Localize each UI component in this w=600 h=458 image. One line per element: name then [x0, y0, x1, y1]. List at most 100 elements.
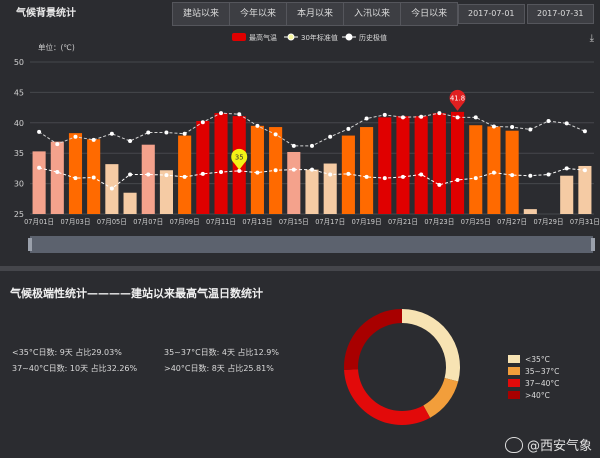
- unit-label: 单位：(℃): [38, 42, 75, 52]
- y-tick-label: 45: [14, 88, 24, 97]
- temp-bar: [141, 144, 155, 214]
- temp-bar: [560, 175, 574, 214]
- normal-point: [164, 173, 169, 178]
- temp-bar: [250, 125, 264, 214]
- normal-point: [400, 174, 405, 179]
- legend-swatch: [508, 379, 520, 387]
- donut-chart: [344, 309, 460, 425]
- legend-item: 35~37°C: [508, 365, 559, 377]
- x-tick-label: 07月27日: [497, 218, 527, 226]
- donut-slice: [344, 309, 402, 370]
- donut-slice: [344, 369, 431, 425]
- record-point: [419, 114, 424, 119]
- watermark: @西安气象: [504, 435, 592, 454]
- x-tick-label: 07月15日: [279, 218, 309, 226]
- record-line: [38, 112, 586, 147]
- temp-bar: [396, 116, 410, 214]
- normal-point: [564, 166, 569, 171]
- temp-bar: [287, 151, 301, 214]
- temp-bar: [360, 127, 374, 214]
- record-point: [291, 143, 296, 148]
- normal-point: [273, 168, 278, 173]
- record-point: [328, 134, 333, 139]
- record-point: [128, 139, 133, 144]
- record-point: [37, 129, 42, 134]
- record-point: [255, 123, 260, 128]
- normal-point: [310, 167, 314, 172]
- record-point: [400, 115, 405, 120]
- temp-bar: [505, 130, 519, 214]
- x-tick-label: 07月17日: [315, 218, 345, 226]
- legend-label: <35°C: [525, 354, 550, 364]
- normal-point: [200, 171, 205, 176]
- record-point: [473, 115, 478, 120]
- x-tick-label: 07月25日: [461, 218, 491, 226]
- temp-bar: [323, 163, 337, 214]
- record-point: [73, 134, 78, 139]
- y-tick-label: 30: [14, 180, 24, 189]
- marker-label: 35: [235, 153, 244, 161]
- x-tick-label: 07月23日: [424, 218, 454, 226]
- normal-point: [419, 172, 424, 177]
- temp-bar: [578, 165, 592, 214]
- record-point: [219, 111, 224, 116]
- temp-bar: [450, 111, 465, 214]
- top-panel: 气候背景统计 建站以来 今年以来 本月以来 入汛以来 今日以来 2017-07-…: [0, 0, 600, 266]
- normal-point: [437, 182, 442, 187]
- normal-point: [109, 186, 114, 191]
- temp-bar: [487, 126, 501, 214]
- slider-track[interactable]: [30, 236, 593, 253]
- zoom-slider[interactable]: [28, 236, 595, 253]
- normal-point: [255, 170, 260, 175]
- temp-bar: [123, 192, 137, 214]
- temp-bar: [214, 113, 228, 214]
- normal-point: [382, 176, 387, 181]
- temp-bar: [178, 135, 192, 214]
- temp-bar: [378, 117, 392, 214]
- temp-bar: [523, 209, 537, 214]
- normal-point: [219, 170, 224, 175]
- normal-point: [128, 172, 133, 177]
- legend-swatch: [508, 355, 520, 363]
- record-point: [546, 118, 551, 123]
- temp-bar: [469, 125, 483, 214]
- extreme-stats-title: 气候极端性统计————建站以来最高气温日数统计: [10, 287, 263, 300]
- x-tick-label: 07月01日: [24, 218, 54, 226]
- x-axis-ticks: 07月01日 07月03日 07月05日 07月07日 07月09日 07月11日 07月1…: [24, 218, 600, 226]
- normal-point: [346, 171, 351, 176]
- normal-point: [55, 170, 60, 175]
- record-point: [91, 137, 96, 142]
- x-tick-label: 07月03日: [60, 218, 90, 226]
- legend-swatch: [232, 33, 246, 41]
- temp-bar: [50, 141, 64, 214]
- temp-bar: [305, 169, 319, 214]
- normal-point: [528, 173, 533, 178]
- legend-dot: [345, 33, 353, 41]
- stat-below35: <35°C日数: 9天 占比29.03%: [12, 348, 122, 357]
- x-tick-label: 07月21日: [388, 218, 418, 226]
- x-tick-label: 07月09日: [170, 218, 200, 226]
- donut-slice: [423, 378, 459, 418]
- record-point: [200, 120, 205, 125]
- donut-legend: <35°C 35~37°C 37~40°C >40°C: [508, 353, 559, 401]
- normal-point: [582, 168, 587, 173]
- normal-point: [146, 172, 151, 177]
- record-point: [364, 116, 369, 121]
- temp-bar: [196, 120, 210, 214]
- record-point: [237, 112, 242, 117]
- x-tick-label: 07月11日: [206, 218, 236, 226]
- normal-point: [546, 172, 551, 177]
- normal-point: [73, 176, 78, 181]
- temp-bar: [432, 113, 446, 214]
- legend-label: 最高气温: [249, 33, 277, 42]
- normal-point: [473, 176, 478, 181]
- x-tick-label: 07月07日: [133, 218, 163, 226]
- normal-point: [37, 165, 42, 170]
- legend-swatch: [508, 367, 520, 375]
- record-point: [510, 125, 515, 130]
- slider-left-handle[interactable]: [28, 238, 32, 251]
- x-tick-label: 07月19日: [352, 218, 382, 226]
- x-tick-label: 07月05日: [97, 218, 127, 226]
- slider-right-handle[interactable]: [591, 238, 595, 251]
- x-tick-label: 07月29日: [534, 218, 564, 226]
